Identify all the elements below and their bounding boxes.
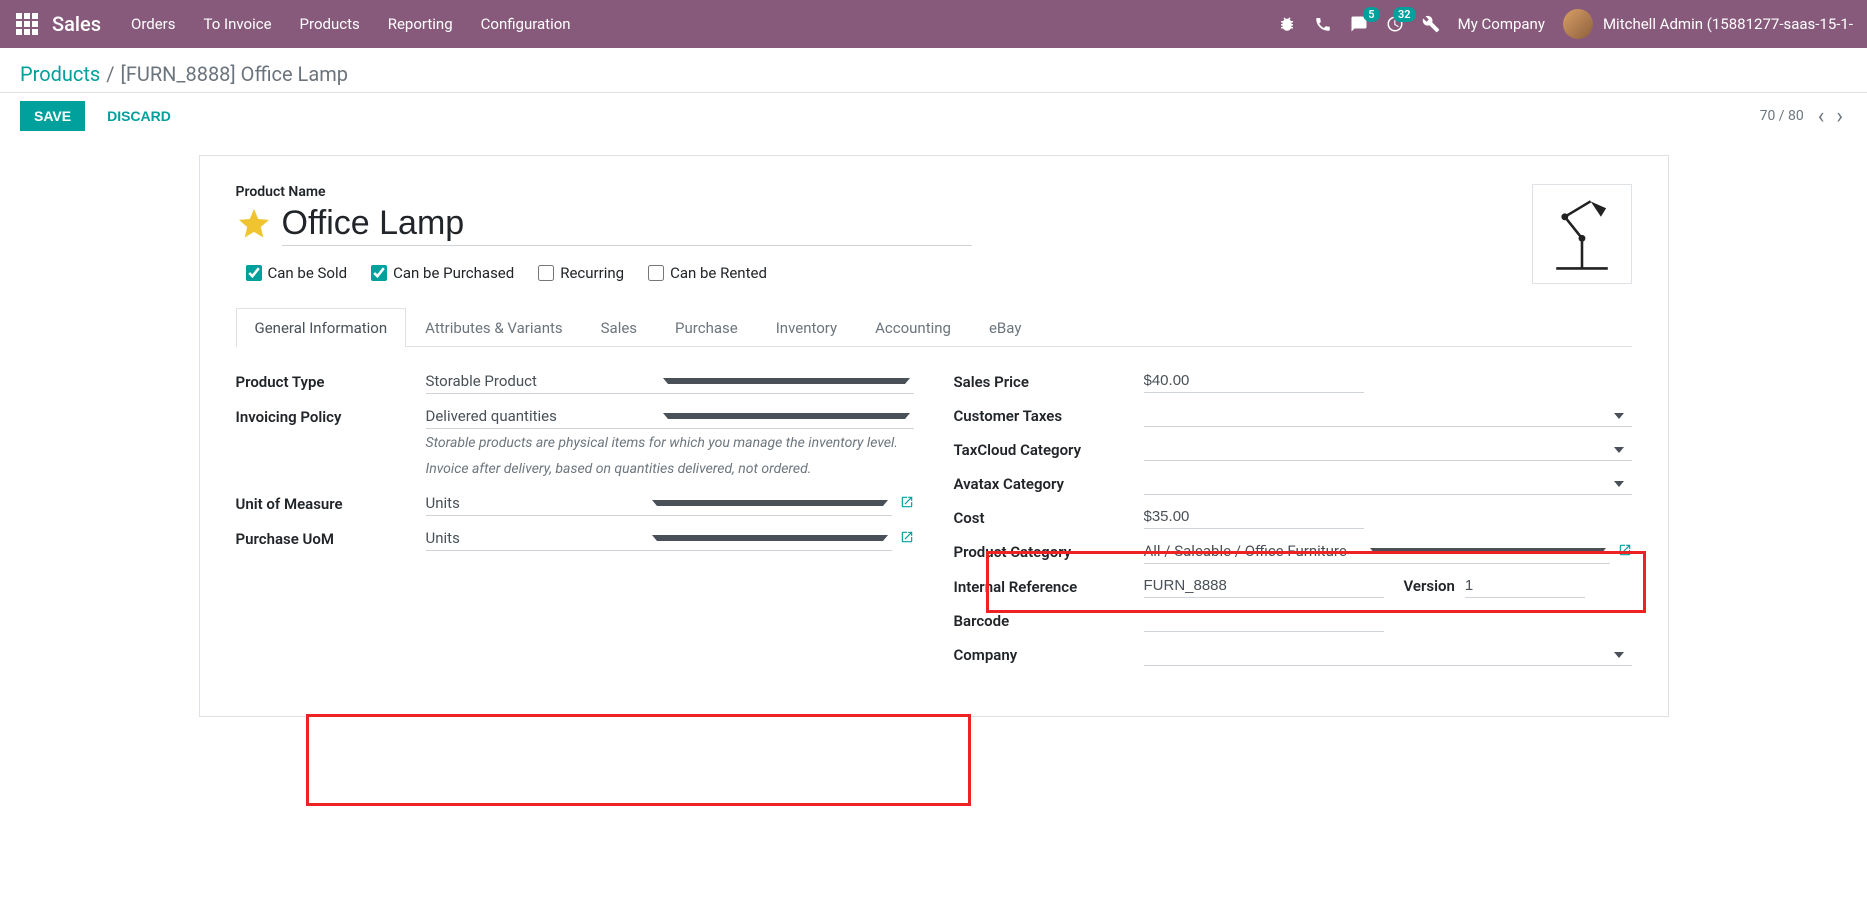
taxcloud-category-label: TaxCloud Category (954, 437, 1144, 459)
breadcrumb-row: Products / [FURN_8888] Office Lamp (0, 48, 1867, 93)
breadcrumb-parent[interactable]: Products (20, 62, 100, 86)
breadcrumb: Products / [FURN_8888] Office Lamp (20, 62, 348, 86)
messages-badge: 5 (1363, 7, 1379, 22)
pager-prev[interactable]: ‹ (1814, 104, 1829, 129)
uom-select[interactable]: Units (426, 491, 892, 516)
tab-attributes-variants[interactable]: Attributes & Variants (406, 308, 581, 347)
product-name-input[interactable] (282, 202, 972, 246)
check-can-be-sold[interactable]: Can be Sold (246, 264, 348, 282)
menu-products[interactable]: Products (300, 15, 360, 33)
sales-price-label: Sales Price (954, 369, 1144, 391)
check-recurring[interactable]: Recurring (538, 264, 624, 282)
discard-button[interactable]: DISCARD (93, 101, 185, 131)
chevron-down-icon (663, 413, 910, 419)
menu-configuration[interactable]: Configuration (481, 15, 571, 33)
phone-icon[interactable] (1314, 15, 1332, 33)
barcode-input[interactable] (1144, 608, 1384, 632)
product-type-label: Product Type (236, 369, 426, 391)
favorite-star-icon[interactable] (236, 206, 272, 242)
tab-sales[interactable]: Sales (582, 308, 656, 347)
pager-next[interactable]: › (1832, 104, 1847, 129)
external-link-icon[interactable] (900, 495, 914, 513)
purchase-uom-label: Purchase UoM (236, 526, 426, 548)
product-image[interactable] (1532, 184, 1632, 284)
version-label: Version (1404, 577, 1455, 595)
chevron-down-icon (1370, 548, 1606, 554)
messages-icon[interactable]: 5 (1350, 15, 1368, 33)
brand[interactable]: Sales (46, 12, 119, 36)
main-menu: Orders To Invoice Products Reporting Con… (119, 15, 571, 33)
company-select[interactable] (1144, 642, 1632, 666)
barcode-label: Barcode (954, 608, 1144, 630)
check-can-be-purchased[interactable]: Can be Purchased (371, 264, 514, 282)
highlight-left (306, 714, 971, 806)
user-menu[interactable]: Mitchell Admin (15881277-saas-15-1- (1563, 9, 1853, 39)
customer-taxes-label: Customer Taxes (954, 403, 1144, 425)
customer-taxes-select[interactable] (1144, 403, 1632, 427)
pager-count[interactable]: 70 / 80 (1760, 108, 1804, 124)
chevron-down-icon (652, 535, 888, 541)
product-type-select[interactable]: Storable Product (426, 369, 914, 394)
external-link-icon[interactable] (1618, 543, 1632, 561)
save-button[interactable]: SAVE (20, 101, 85, 131)
tab-ebay[interactable]: eBay (970, 308, 1040, 347)
uom-label: Unit of Measure (236, 491, 426, 513)
internal-reference-input[interactable] (1144, 574, 1384, 598)
invoicing-policy-select[interactable]: Delivered quantities (426, 404, 914, 429)
menu-orders[interactable]: Orders (131, 15, 176, 33)
chevron-down-icon (1614, 481, 1624, 487)
activities-icon[interactable]: 32 (1386, 15, 1404, 33)
chevron-down-icon (1614, 447, 1624, 453)
sales-price-input[interactable] (1144, 369, 1364, 393)
cost-input[interactable] (1144, 505, 1364, 529)
left-column: Product Type Storable Product Invoicing … (236, 369, 914, 676)
form-sheet: Product Name Can be Sold Can be Purchase… (199, 155, 1669, 717)
help-storable: Storable products are physical items for… (426, 435, 914, 451)
taxcloud-category-select[interactable] (1144, 437, 1632, 461)
internal-reference-label: Internal Reference (954, 574, 1144, 596)
bug-icon[interactable] (1278, 15, 1296, 33)
tab-inventory[interactable]: Inventory (757, 308, 856, 347)
action-bar: SAVE DISCARD 70 / 80 ‹ › (0, 93, 1867, 143)
avatax-category-select[interactable] (1144, 471, 1632, 495)
avatar (1563, 9, 1593, 39)
breadcrumb-sep: / (106, 62, 114, 86)
topbar-right: 5 32 My Company Mitchell Admin (15881277… (1278, 9, 1859, 39)
company-selector[interactable]: My Company (1458, 15, 1545, 33)
chevron-down-icon (652, 500, 888, 506)
pager: 70 / 80 ‹ › (1760, 104, 1847, 129)
purchase-uom-select[interactable]: Units (426, 526, 892, 551)
breadcrumb-current: [FURN_8888] Office Lamp (121, 62, 348, 86)
avatax-category-label: Avatax Category (954, 471, 1144, 493)
activities-badge: 32 (1393, 7, 1416, 22)
product-name-label: Product Name (236, 184, 1502, 200)
cost-label: Cost (954, 505, 1144, 527)
right-column: Sales Price Customer Taxes TaxCloud Cate… (954, 369, 1632, 676)
tab-purchase[interactable]: Purchase (656, 308, 757, 347)
tab-general-information[interactable]: General Information (236, 308, 407, 347)
topbar: Sales Orders To Invoice Products Reporti… (0, 0, 1867, 48)
external-link-icon[interactable] (900, 530, 914, 548)
version-input[interactable] (1465, 574, 1585, 598)
check-can-be-rented[interactable]: Can be Rented (648, 264, 767, 282)
menu-to-invoice[interactable]: To Invoice (204, 15, 272, 33)
company-label: Company (954, 642, 1144, 664)
menu-reporting[interactable]: Reporting (388, 15, 453, 33)
chevron-down-icon (1614, 652, 1624, 658)
product-category-select[interactable]: All / Saleable / Office Furniture (1144, 539, 1610, 564)
chevron-down-icon (1614, 413, 1624, 419)
help-invoice: Invoice after delivery, based on quantit… (426, 461, 914, 477)
tools-icon[interactable] (1422, 15, 1440, 33)
invoicing-policy-label: Invoicing Policy (236, 404, 426, 426)
product-category-label: Product Category (954, 539, 1144, 561)
chevron-down-icon (663, 378, 910, 384)
tab-accounting[interactable]: Accounting (856, 308, 970, 347)
tabs: General Information Attributes & Variant… (236, 308, 1632, 347)
apps-icon[interactable] (8, 5, 46, 43)
user-name: Mitchell Admin (15881277-saas-15-1- (1603, 15, 1853, 33)
